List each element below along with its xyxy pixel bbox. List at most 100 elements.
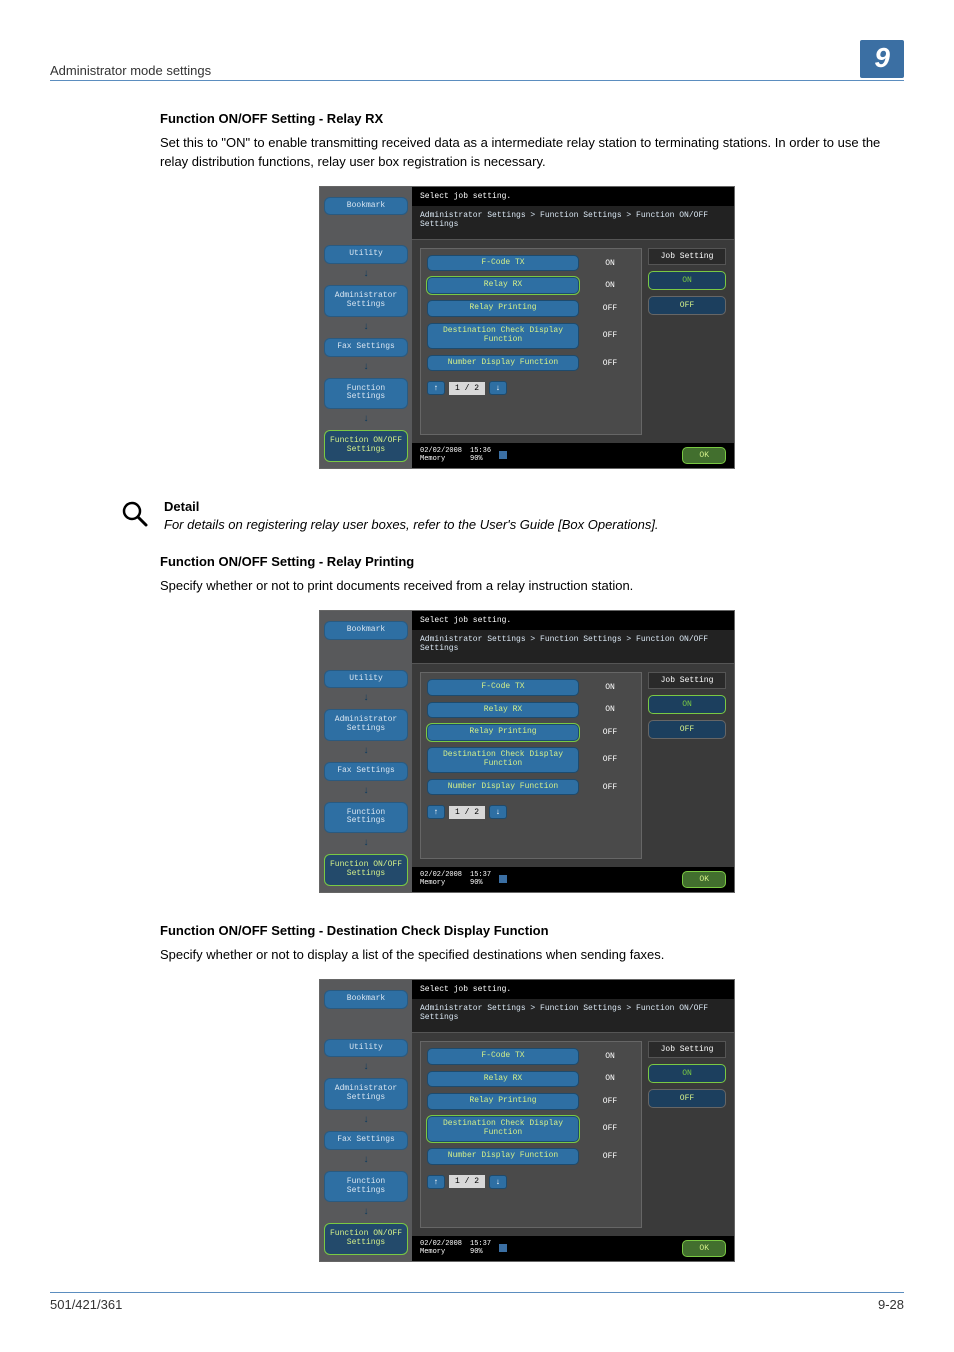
option-button[interactable]: F-Code TX — [427, 1048, 579, 1065]
section-heading: Function ON/OFF Setting - Destination Ch… — [160, 923, 894, 938]
option-button[interactable]: Relay Printing — [427, 300, 579, 317]
admin-settings-button[interactable]: Administrator Settings — [324, 709, 408, 741]
page-indicator: 1 / 2 — [449, 806, 485, 819]
option-button[interactable]: Destination Check Display Function — [427, 323, 579, 349]
instruction-bar: Select job setting. — [412, 611, 734, 630]
option-button[interactable]: Relay Printing — [427, 724, 579, 741]
section-paragraph: Set this to "ON" to enable transmitting … — [160, 134, 894, 172]
ok-button[interactable]: OK — [682, 871, 726, 888]
function-settings-button[interactable]: Function Settings — [324, 1171, 408, 1203]
admin-settings-button[interactable]: Administrator Settings — [324, 1078, 408, 1110]
option-value: OFF — [585, 1097, 635, 1106]
function-settings-button[interactable]: Function Settings — [324, 802, 408, 834]
option-button[interactable]: Number Display Function — [427, 1148, 579, 1165]
option-button[interactable]: Relay RX — [427, 1071, 579, 1088]
option-row: F-Code TXON — [427, 255, 635, 272]
option-value: ON — [585, 705, 635, 714]
status-left: 02/02/2008Memory15:3690% — [420, 447, 507, 463]
option-button[interactable]: Relay Printing — [427, 1093, 579, 1110]
function-onoff-button[interactable]: Function ON/OFF Settings — [324, 854, 408, 886]
main-area: Select job setting.Administrator Setting… — [412, 611, 734, 892]
page-down-button[interactable]: ↓ — [489, 1175, 507, 1189]
off-button[interactable]: OFF — [648, 296, 726, 315]
option-row: Destination Check Display FunctionOFF — [427, 747, 635, 773]
job-setting-header: Job Setting — [648, 1041, 726, 1058]
option-value: ON — [585, 281, 635, 290]
page-up-button[interactable]: ↑ — [427, 1175, 445, 1189]
main-area: Select job setting.Administrator Setting… — [412, 187, 734, 468]
status-date: 02/02/2008Memory — [420, 871, 462, 887]
ok-button[interactable]: OK — [682, 1240, 726, 1257]
arrow: ↓ — [324, 269, 408, 280]
fax-settings-button[interactable]: Fax Settings — [324, 1131, 408, 1150]
arrow: ↓ — [324, 1062, 408, 1073]
option-button[interactable]: Number Display Function — [427, 355, 579, 372]
function-onoff-button[interactable]: Function ON/OFF Settings — [324, 430, 408, 462]
utility-button[interactable]: Utility — [324, 245, 408, 264]
option-button[interactable]: Relay RX — [427, 702, 579, 719]
option-value: ON — [585, 683, 635, 692]
arrow: ↓ — [324, 838, 408, 849]
status-time: 15:3790% — [470, 871, 491, 887]
option-button[interactable]: Number Display Function — [427, 779, 579, 796]
section-heading: Function ON/OFF Setting - Relay Printing — [160, 554, 894, 569]
page-up-button[interactable]: ↑ — [427, 805, 445, 819]
option-row: F-Code TX ON — [427, 1048, 635, 1065]
bookmark-button: Bookmark — [324, 197, 408, 216]
job-setting-header: Job Setting — [648, 248, 726, 265]
page-indicator: 1 / 2 — [449, 382, 485, 395]
status-time: 15:3690% — [470, 447, 491, 463]
page-down-button[interactable]: ↓ — [489, 805, 507, 819]
function-settings-button[interactable]: Function Settings — [324, 378, 408, 410]
options-list: F-Code TX ON Relay RX ON Relay Printing OFF De… — [420, 1041, 642, 1228]
option-button[interactable]: F-Code TX — [427, 255, 579, 272]
utility-button[interactable]: Utility — [324, 1039, 408, 1058]
status-icon — [499, 451, 507, 459]
options-list: F-Code TXONRelay RXONRelay PrintingOFFDe… — [420, 672, 642, 859]
function-onoff-button[interactable]: Function ON/OFF Settings — [324, 1223, 408, 1255]
off-button[interactable]: OFF — [648, 720, 726, 739]
job-setting-header: Job Setting — [648, 672, 726, 689]
instruction-bar: Select job setting. — [412, 980, 734, 999]
fax-settings-button[interactable]: Fax Settings — [324, 762, 408, 781]
sidebar: BookmarkUtility↓Administrator Settings↓F… — [320, 980, 412, 1261]
option-value: ON — [585, 1074, 635, 1083]
arrow: ↓ — [324, 746, 408, 757]
on-button[interactable]: ON — [648, 695, 726, 714]
option-row: Number Display FunctionOFF — [427, 779, 635, 796]
admin-settings-button[interactable]: Administrator Settings — [324, 285, 408, 317]
on-button[interactable]: ON — [648, 271, 726, 290]
spacer — [324, 1014, 408, 1034]
option-row: Relay RX ON — [427, 277, 635, 294]
option-button[interactable]: Destination Check Display Function — [427, 747, 579, 773]
job-setting-column: Job Setting ON OFF — [648, 672, 726, 859]
ok-button[interactable]: OK — [682, 447, 726, 464]
page-down-button[interactable]: ↓ — [489, 381, 507, 395]
device-screenshot: Bookmark Utility ↓ Administrator Settings ↓ F… — [319, 186, 735, 469]
bookmark-button: Bookmark — [324, 621, 408, 640]
utility-button[interactable]: Utility — [324, 670, 408, 689]
job-setting-column: Job Setting ON OFF — [648, 248, 726, 435]
pager: ↑ 1 / 2 ↓ — [427, 381, 635, 395]
pager: ↑ 1 / 2 ↓ — [427, 1175, 635, 1189]
fax-settings-button[interactable]: Fax Settings — [324, 338, 408, 357]
off-button[interactable]: OFF — [648, 1089, 726, 1108]
arrow: ↓ — [324, 786, 408, 797]
sidebar: Bookmark Utility ↓ Administrator Settings ↓ F… — [320, 611, 412, 892]
option-row: Relay Printing OFF — [427, 1093, 635, 1110]
option-row: Number Display FunctionOFF — [427, 355, 635, 372]
section-paragraph: Specify whether or not to print document… — [160, 577, 894, 596]
option-value: ON — [585, 1052, 635, 1061]
status-left: 02/02/2008Memory 15:3790% — [420, 871, 507, 887]
on-button[interactable]: ON — [648, 1064, 726, 1083]
status-time: 15:3790% — [470, 1240, 491, 1256]
status-left: 02/02/2008Memory15:3790% — [420, 1240, 507, 1256]
page-indicator: 1 / 2 — [449, 1175, 485, 1188]
magnifier-icon — [120, 499, 150, 534]
option-button[interactable]: Relay RX — [427, 277, 579, 294]
status-bar: 02/02/2008Memory 15:3790% OK — [412, 867, 734, 892]
pager: ↑ 1 / 2 ↓ — [427, 805, 635, 819]
option-button[interactable]: Destination Check Display Function — [427, 1116, 579, 1142]
page-up-button[interactable]: ↑ — [427, 381, 445, 395]
option-button[interactable]: F-Code TX — [427, 679, 579, 696]
